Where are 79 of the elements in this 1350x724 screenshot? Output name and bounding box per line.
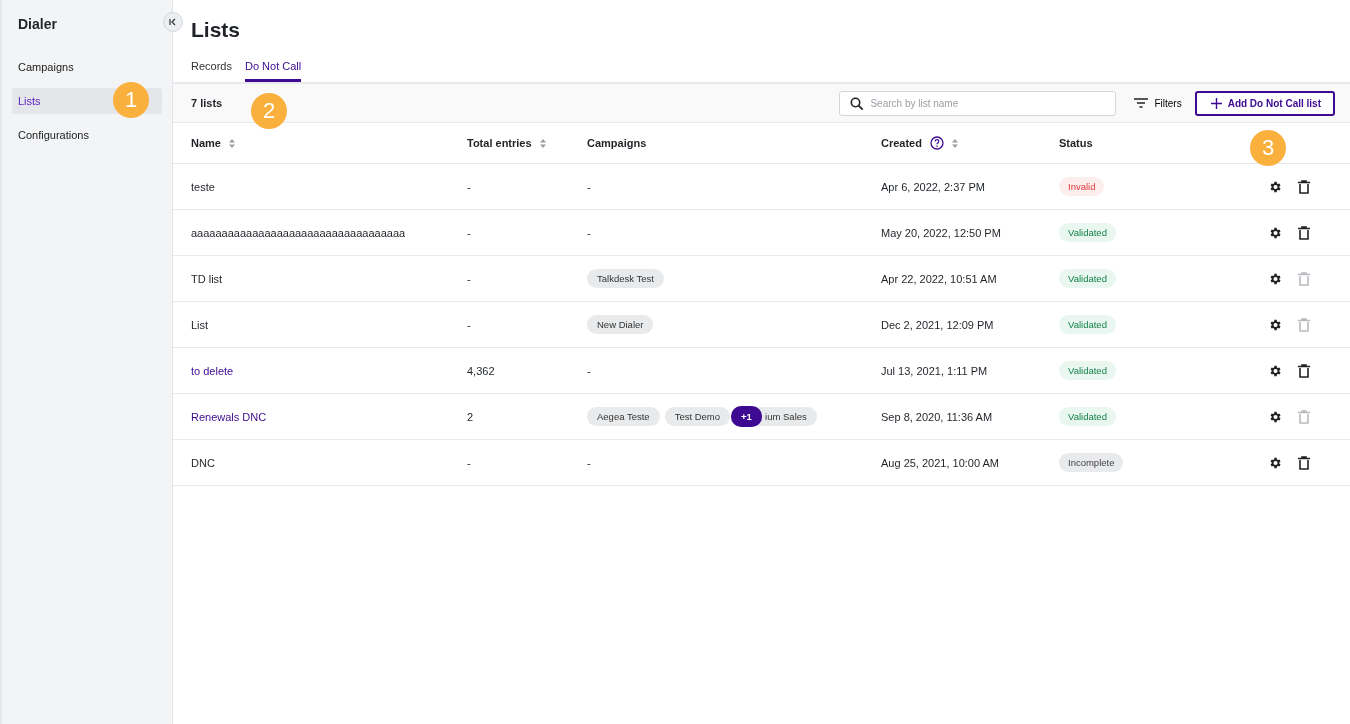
sort-icon[interactable]: [539, 138, 546, 148]
trash-icon: [1298, 225, 1310, 240]
status-badge: Validated: [1059, 269, 1116, 288]
collapse-button[interactable]: [163, 12, 183, 32]
list-name: List: [191, 318, 209, 331]
total-entries: -: [467, 318, 471, 331]
page-title: Lists: [191, 18, 241, 42]
column-header: Created: [881, 137, 922, 149]
status-badge: Incomplete: [1059, 453, 1124, 472]
total-entries: 2: [467, 410, 474, 423]
list-name: DNC: [191, 456, 215, 469]
list-name-link[interactable]: to delete: [191, 364, 234, 377]
gear-icon: [1268, 317, 1282, 332]
list-name: teste: [191, 180, 215, 193]
sort-icon[interactable]: [228, 138, 235, 148]
created-date: May 20, 2022, 12:50 PM: [881, 226, 1001, 239]
more-badge[interactable]: +1: [731, 406, 762, 427]
campaigns-empty: -: [587, 456, 591, 469]
total-entries: -: [467, 456, 471, 469]
gear-icon: [1268, 363, 1282, 378]
step-callout-tooltip: 3: [1250, 130, 1286, 166]
collapse-icon: [169, 18, 177, 26]
gear-icon: [1268, 225, 1282, 240]
nav-item[interactable]: Campaigns: [12, 54, 162, 80]
add-list-button[interactable]: Add Do Not Call list: [1194, 90, 1335, 116]
status-badge: Invalid: [1059, 177, 1105, 196]
campaigns-empty: -: [587, 180, 591, 193]
campaigns-empty: -: [587, 226, 591, 239]
help-icon[interactable]: [929, 136, 944, 150]
sort-icon[interactable]: [951, 138, 958, 148]
status-badge: Validated: [1059, 223, 1116, 242]
trash-icon: [1298, 455, 1310, 470]
delete-button[interactable]: [1296, 361, 1312, 380]
status-badge: Validated: [1059, 407, 1116, 426]
filters-button[interactable]: Filters: [1130, 93, 1186, 113]
total-entries: 4,362: [467, 364, 495, 377]
column-header: Campaigns: [587, 137, 647, 149]
gear-icon: [1268, 179, 1282, 194]
delete-button[interactable]: [1296, 223, 1312, 242]
trash-icon: [1298, 363, 1310, 378]
created-date: Jul 13, 2021, 1:11 PM: [881, 364, 988, 377]
trash-icon: [1298, 271, 1310, 286]
nav-item[interactable]: Configurations: [12, 122, 162, 148]
gear-icon: [1268, 409, 1282, 424]
list-name: aaaaaaaaaaaaaaaaaaaaaaaaaaaaaaaaaaa: [191, 226, 406, 239]
created-date: Apr 22, 2022, 10:51 AM: [881, 272, 997, 285]
created-date: Aug 25, 2021, 10:00 AM: [881, 456, 1000, 469]
trash-icon: [1298, 179, 1310, 194]
list-name: TD list: [191, 272, 223, 285]
column-header: Status: [1059, 137, 1093, 149]
campaigns-empty: -: [587, 364, 591, 377]
trash-icon: [1298, 409, 1310, 424]
total-entries: -: [467, 272, 471, 285]
total-entries: -: [467, 226, 471, 239]
gear-icon: [1268, 271, 1282, 286]
campaign-chip: New Dialer: [587, 315, 654, 334]
plus-icon: [1210, 97, 1222, 109]
created-date: Sep 8, 2020, 11:36 AM: [881, 410, 993, 423]
campaign-chip: Talkdesk Test: [587, 269, 664, 288]
filter-icon: [1134, 98, 1149, 108]
search-field[interactable]: Search by list name: [839, 90, 1117, 116]
delete-button[interactable]: [1296, 453, 1312, 472]
column-header: Name: [191, 137, 221, 149]
column-header: Total entries: [467, 137, 532, 149]
list-name-link[interactable]: Renewals DNC: [191, 410, 267, 423]
campaign-chip: Test Demo: [664, 407, 731, 426]
status-badge: Validated: [1059, 315, 1116, 334]
gear-icon: [1268, 455, 1282, 470]
created-date: Dec 2, 2021, 12:09 PM: [881, 318, 994, 331]
tab[interactable]: Records: [191, 57, 232, 82]
search-icon: [850, 96, 865, 111]
list-count: 7 lists: [191, 97, 223, 109]
status-badge: Validated: [1059, 361, 1116, 380]
created-date: Apr 6, 2022, 2:37 PM: [881, 180, 985, 193]
app-title: Dialer: [17, 16, 58, 32]
delete-button[interactable]: [1296, 177, 1312, 196]
trash-icon: [1298, 317, 1310, 332]
total-entries: -: [467, 180, 471, 193]
campaign-chip: Aegea Teste: [587, 407, 660, 426]
